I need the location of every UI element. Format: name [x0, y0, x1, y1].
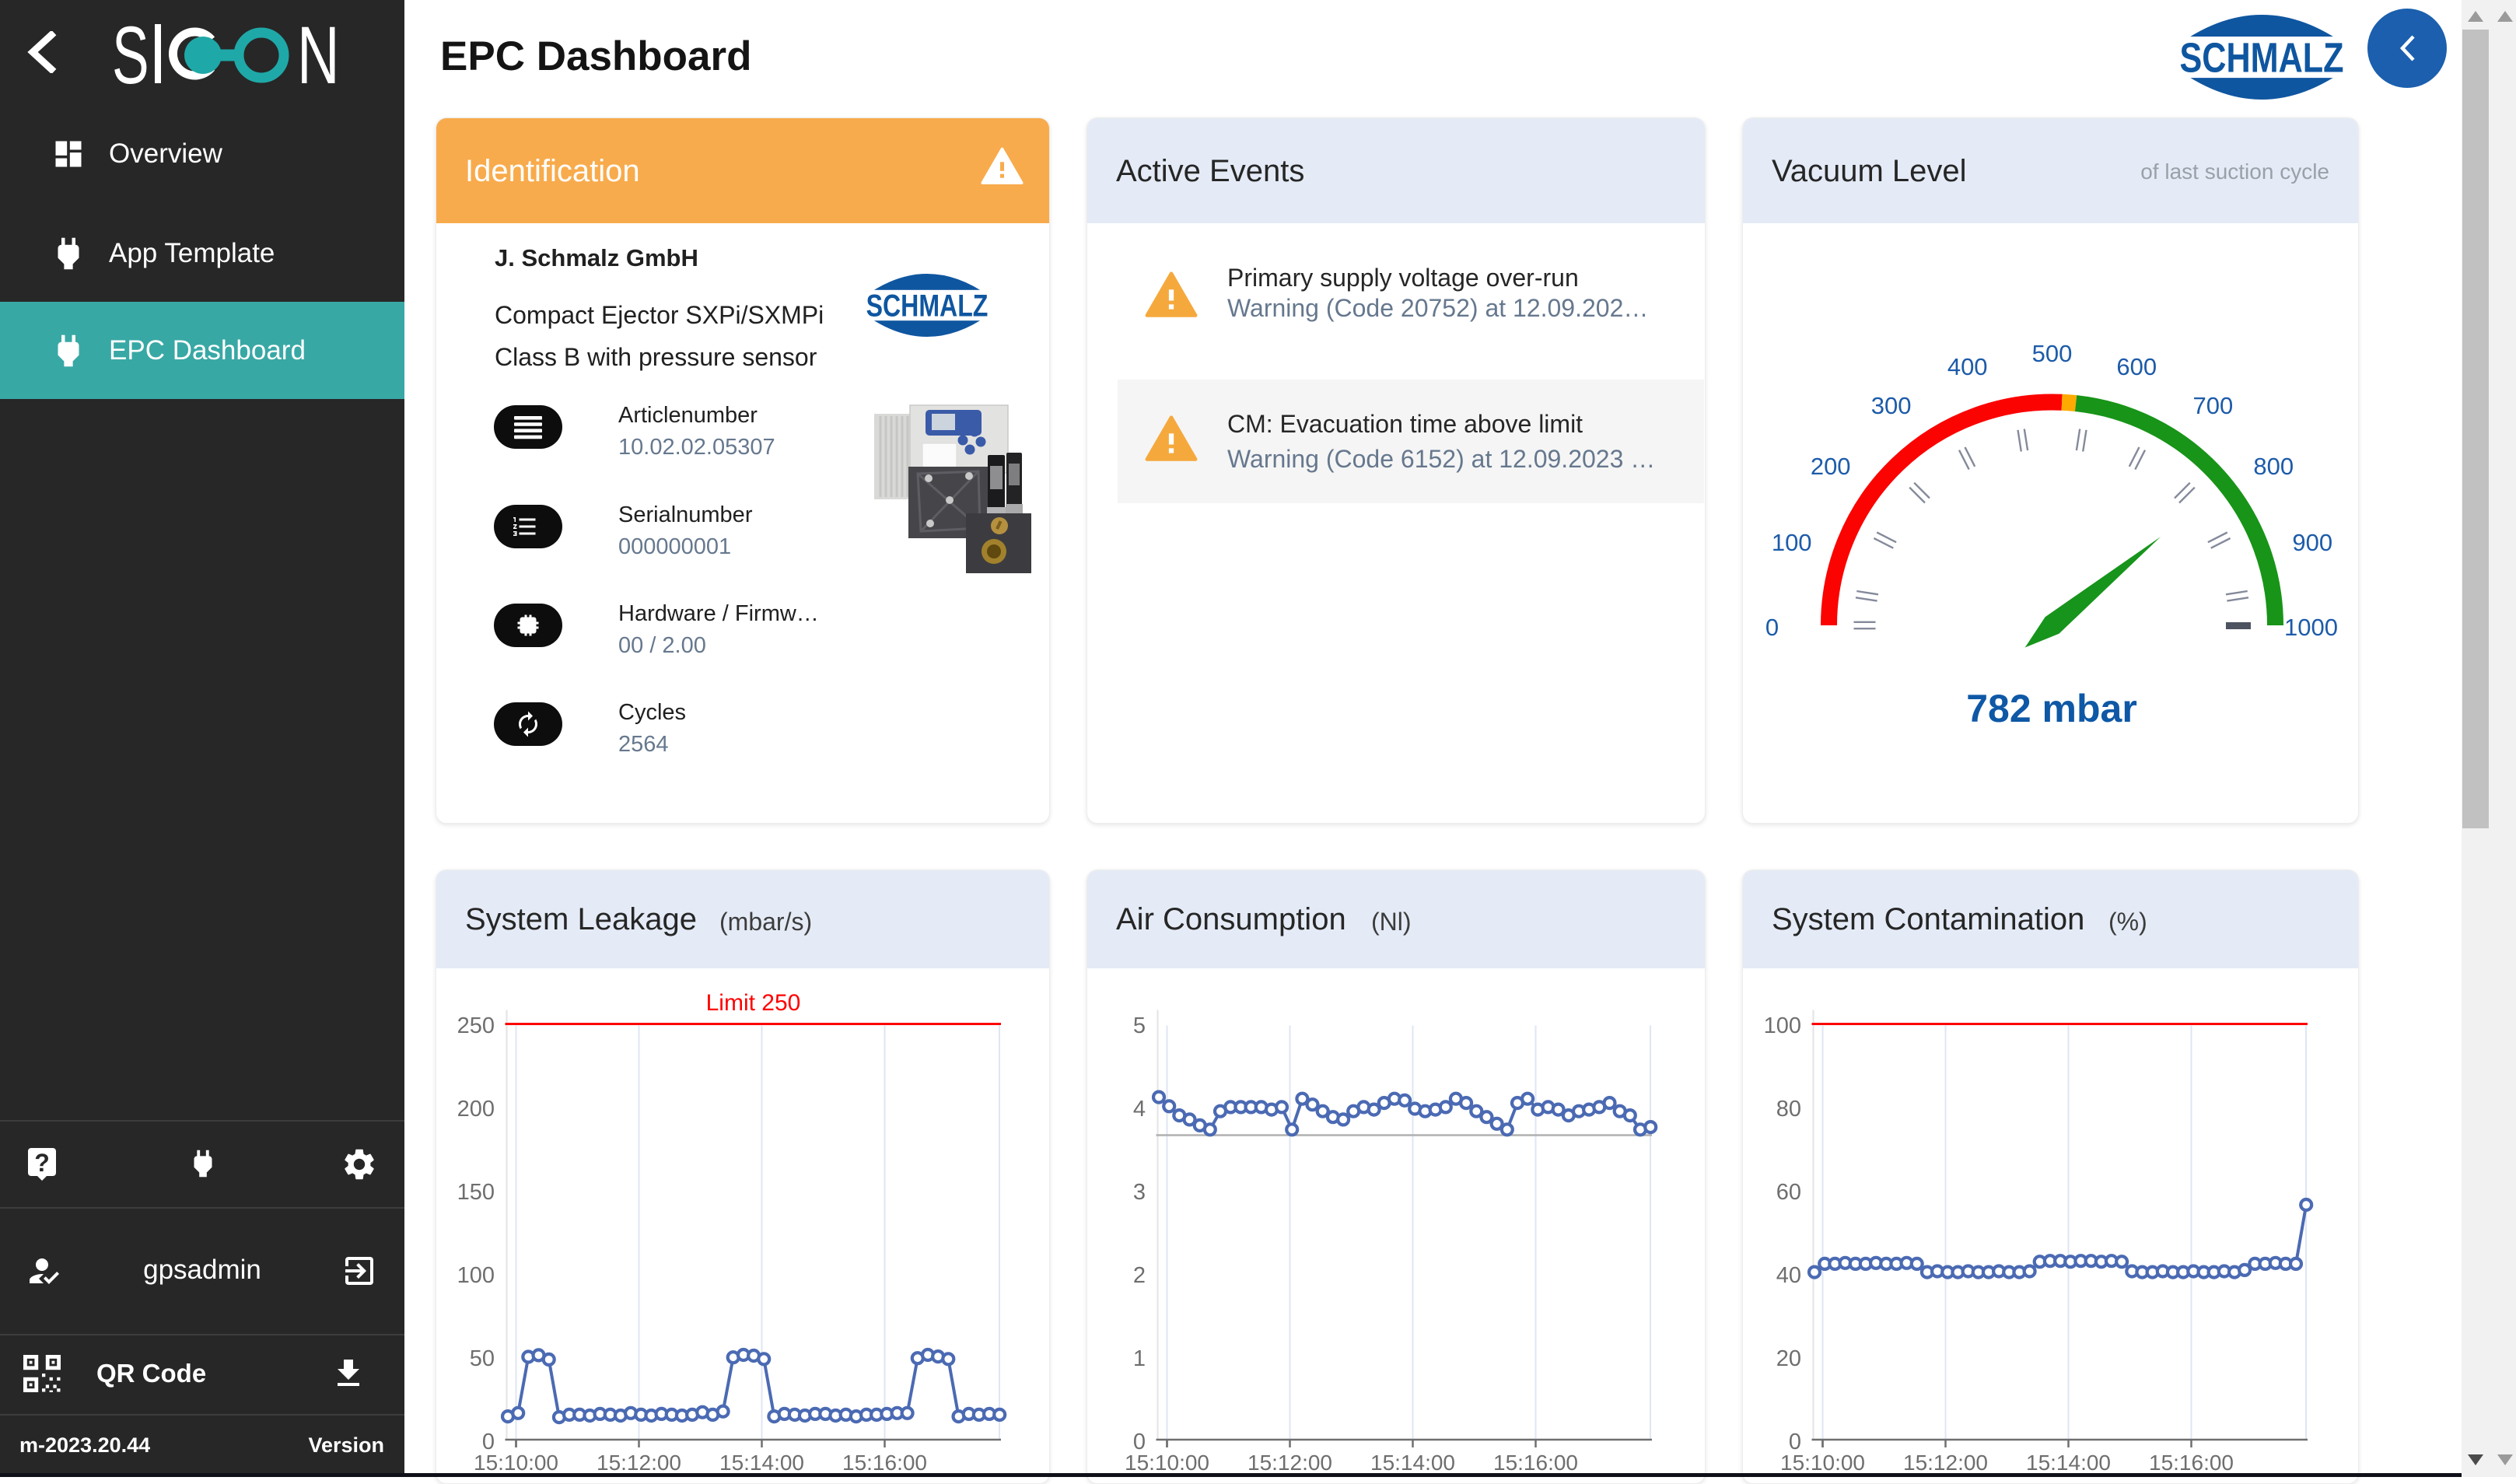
svg-text:3: 3 [1133, 1180, 1146, 1205]
svg-text:250: 250 [457, 1013, 495, 1038]
svg-text:?: ? [34, 1149, 50, 1177]
svg-text:5: 5 [1133, 1013, 1146, 1038]
svg-text:2: 2 [1133, 1263, 1146, 1288]
svg-text:400: 400 [1947, 353, 1988, 380]
svg-text:100: 100 [1764, 1013, 1801, 1038]
svg-text:Limit 250: Limit 250 [706, 990, 801, 1016]
svg-text:300: 300 [1871, 392, 1912, 419]
svg-text:50: 50 [470, 1346, 495, 1371]
svg-text:600: 600 [2116, 353, 2157, 380]
svg-text:1000: 1000 [2284, 614, 2338, 641]
svg-text:100: 100 [1772, 529, 1812, 556]
svg-text:1: 1 [1133, 1346, 1146, 1371]
svg-text:SCHMALZ: SCHMALZ [866, 288, 989, 323]
svg-text:20: 20 [1776, 1346, 1801, 1371]
svg-text:40: 40 [1776, 1263, 1801, 1288]
svg-text:15:14:00: 15:14:00 [2026, 1451, 2111, 1475]
svg-text:SCHMALZ: SCHMALZ [2179, 35, 2343, 82]
svg-text:500: 500 [2032, 340, 2073, 367]
svg-text:800: 800 [2253, 453, 2294, 480]
svg-text:15:16:00: 15:16:00 [1493, 1451, 1578, 1475]
svg-text:15:14:00: 15:14:00 [1370, 1451, 1455, 1475]
svg-text:N: N [297, 10, 340, 93]
svg-text:80: 80 [1776, 1097, 1801, 1122]
svg-text:4: 4 [1133, 1097, 1146, 1122]
svg-text:700: 700 [2193, 392, 2234, 419]
svg-text:15:16:00: 15:16:00 [842, 1451, 927, 1475]
svg-text:900: 900 [2292, 529, 2332, 556]
svg-text:15:16:00: 15:16:00 [2149, 1451, 2234, 1475]
svg-text:15:14:00: 15:14:00 [719, 1451, 804, 1475]
svg-text:15:10:00: 15:10:00 [474, 1451, 558, 1475]
svg-text:100: 100 [457, 1263, 495, 1288]
svg-text:200: 200 [1811, 453, 1851, 480]
svg-text:15:12:00: 15:12:00 [1903, 1451, 1988, 1475]
svg-text:150: 150 [457, 1180, 495, 1205]
svg-text:200: 200 [457, 1097, 495, 1122]
svg-text:15:10:00: 15:10:00 [1125, 1451, 1209, 1475]
svg-text:15:12:00: 15:12:00 [1248, 1451, 1332, 1475]
svg-text:S: S [112, 10, 149, 93]
svg-text:0: 0 [1765, 614, 1779, 641]
svg-text:15:12:00: 15:12:00 [597, 1451, 681, 1475]
svg-text:15:10:00: 15:10:00 [1780, 1451, 1865, 1475]
svg-text:60: 60 [1776, 1180, 1801, 1205]
